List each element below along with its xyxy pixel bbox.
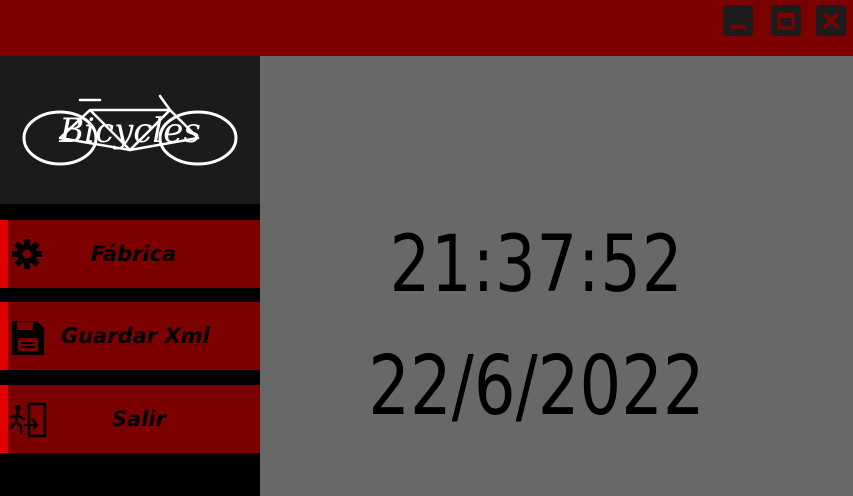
- sidebar-item-label: Salir: [112, 407, 167, 431]
- exit-door-icon: [9, 402, 47, 438]
- clock-time: 21:37:52: [389, 220, 684, 310]
- floppy-disk-icon: [12, 321, 44, 355]
- close-button[interactable]: [816, 5, 846, 36]
- sidebar-item-label: Fábrica: [91, 242, 177, 266]
- logo-panel: Bicycles: [0, 56, 260, 204]
- maximize-icon: [777, 12, 795, 29]
- close-icon: [823, 12, 839, 29]
- clock-date: 22/6/2022: [368, 339, 705, 434]
- minimize-button[interactable]: [723, 5, 753, 36]
- sidebar-item-salir[interactable]: Salir: [0, 385, 260, 453]
- sidebar-item-label: Guardar Xml: [61, 324, 210, 348]
- bicycle-logo-icon: Bicycles: [22, 94, 238, 166]
- maximize-button[interactable]: [771, 5, 801, 36]
- minimize-icon: [730, 24, 746, 29]
- gear-icon: [12, 239, 42, 269]
- title-bar: [0, 0, 853, 56]
- active-accent-bar: [0, 385, 8, 453]
- sidebar: Bicycles Fábrica Guardar Xml Salir: [0, 56, 260, 496]
- sidebar-item-guardar-xml[interactable]: Guardar Xml: [0, 302, 260, 370]
- active-accent-bar: [0, 220, 8, 288]
- sidebar-item-fabrica[interactable]: Fábrica: [0, 220, 260, 288]
- active-accent-bar: [0, 302, 8, 370]
- logo-text: Bicycles: [58, 111, 201, 151]
- main-panel: 21:37:52 22/6/2022: [260, 56, 853, 496]
